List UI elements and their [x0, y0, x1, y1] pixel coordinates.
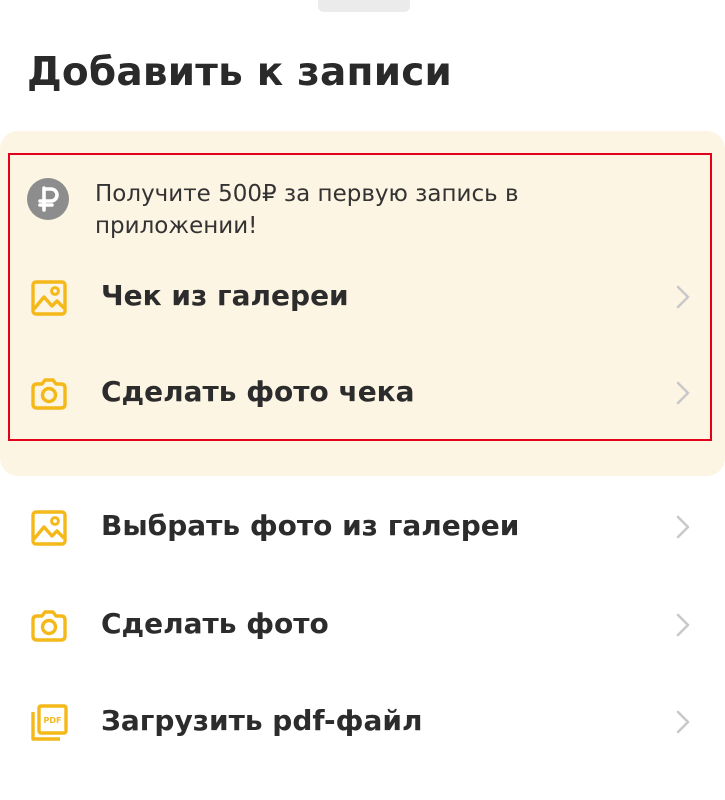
- ruble-icon: [27, 178, 69, 220]
- chevron-right-icon: [676, 285, 690, 309]
- add-to-record-sheet: Добавить к записи Получите 500₽ за перву…: [0, 0, 725, 800]
- image-icon: [31, 280, 67, 316]
- take-receipt-photo-row[interactable]: Сделать фото чека: [0, 353, 725, 433]
- sheet-title: Добавить к записи: [27, 50, 453, 95]
- pdf-file-icon: PDF: [31, 704, 68, 741]
- choose-photo-from-gallery-row[interactable]: Выбрать фото из галереи: [0, 487, 725, 567]
- image-icon: [31, 510, 67, 546]
- camera-icon: [31, 610, 67, 642]
- row-label: Сделать фото чека: [101, 375, 415, 408]
- row-label: Выбрать фото из галереи: [101, 509, 520, 542]
- receipt-from-gallery-row[interactable]: Чек из галереи: [0, 257, 725, 337]
- chevron-right-icon: [676, 710, 690, 734]
- take-photo-row[interactable]: Сделать фото: [0, 585, 725, 665]
- row-label: Сделать фото: [101, 607, 329, 640]
- row-label: Загрузить pdf-файл: [101, 704, 423, 737]
- promo-banner: Получите 500₽ за первую запись в приложе…: [27, 175, 647, 239]
- camera-icon: [31, 378, 67, 410]
- chevron-right-icon: [676, 515, 690, 539]
- svg-text:PDF: PDF: [44, 716, 62, 725]
- sheet-drag-handle[interactable]: [318, 0, 410, 12]
- upload-pdf-row[interactable]: PDF Загрузить pdf-файл: [0, 682, 725, 762]
- chevron-right-icon: [676, 613, 690, 637]
- row-label: Чек из галереи: [101, 279, 349, 312]
- promo-text: Получите 500₽ за первую запись в приложе…: [95, 181, 519, 239]
- chevron-right-icon: [676, 381, 690, 405]
